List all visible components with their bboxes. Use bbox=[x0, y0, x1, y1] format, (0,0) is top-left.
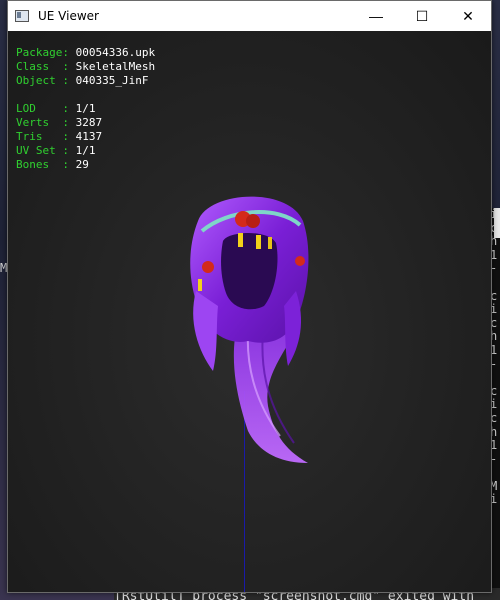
info-class-value: SkeletalMesh bbox=[75, 60, 156, 73]
maximize-button[interactable]: ☐ bbox=[399, 1, 445, 31]
info-lod: LOD : 1/1 bbox=[16, 102, 155, 116]
info-object-label: Object : bbox=[16, 74, 69, 87]
info-class-label: Class : bbox=[16, 60, 69, 73]
close-icon: ✕ bbox=[462, 7, 474, 24]
ue-viewer-window[interactable]: UE Viewer — ☐ ✕ Package: 00054336.upk Cl… bbox=[7, 0, 492, 593]
info-verts-value: 3287 bbox=[75, 116, 103, 129]
info-class: Class : SkeletalMesh bbox=[16, 60, 155, 74]
window-controls: — ☐ ✕ bbox=[353, 1, 491, 31]
info-package: Package: 00054336.upk bbox=[16, 46, 155, 60]
maximize-icon: ☐ bbox=[415, 7, 429, 24]
window-title: UE Viewer bbox=[38, 9, 99, 23]
hair-mesh-model[interactable] bbox=[168, 181, 328, 471]
info-package-value: 00054336.upk bbox=[75, 46, 156, 59]
3d-viewport[interactable]: Package: 00054336.upk Class : SkeletalMe… bbox=[8, 31, 491, 592]
info-tris: Tris : 4137 bbox=[16, 130, 155, 144]
info-bones-value: 29 bbox=[75, 158, 89, 171]
info-bones: Bones : 29 bbox=[16, 158, 155, 172]
app-window-icon bbox=[15, 10, 29, 22]
minimize-button[interactable]: — bbox=[353, 1, 399, 31]
minimize-icon: — bbox=[369, 8, 383, 24]
info-bones-label: Bones : bbox=[16, 158, 69, 171]
info-object: Object : 040335_JinF bbox=[16, 74, 155, 88]
info-lod-value: 1/1 bbox=[75, 102, 96, 115]
info-verts: Verts : 3287 bbox=[16, 116, 155, 130]
console-scrollbar[interactable] bbox=[494, 208, 500, 238]
info-tris-label: Tris : bbox=[16, 130, 69, 143]
info-lod-label: LOD : bbox=[16, 102, 69, 115]
info-uvset-label: UV Set : bbox=[16, 144, 69, 157]
info-tris-value: 4137 bbox=[75, 130, 103, 143]
info-uvset: UV Set : 1/1 bbox=[16, 144, 155, 158]
title-bar[interactable]: UE Viewer — ☐ ✕ bbox=[8, 1, 491, 31]
info-verts-label: Verts : bbox=[16, 116, 69, 129]
info-object-value: 040335_JinF bbox=[75, 74, 149, 87]
info-package-label: Package: bbox=[16, 46, 69, 59]
close-button[interactable]: ✕ bbox=[445, 1, 491, 31]
info-uvset-value: 1/1 bbox=[75, 144, 96, 157]
mesh-info-panel: Package: 00054336.upk Class : SkeletalMe… bbox=[16, 46, 155, 172]
